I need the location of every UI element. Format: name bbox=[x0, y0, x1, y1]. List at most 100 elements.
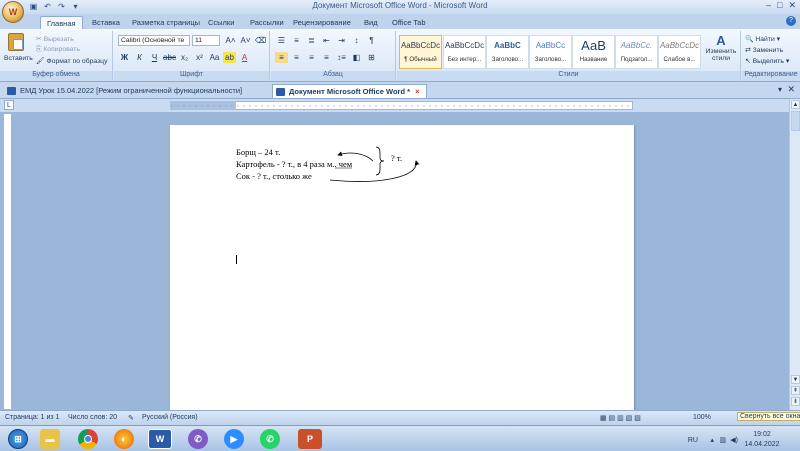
clock-date[interactable]: 14.04.2022 bbox=[740, 441, 784, 448]
underline-icon[interactable]: Ч bbox=[148, 52, 161, 63]
powerpoint-icon[interactable]: P bbox=[298, 429, 322, 449]
highlight-icon[interactable]: ab bbox=[223, 52, 236, 63]
firefox-icon[interactable]: ◐ bbox=[114, 429, 134, 449]
scroll-up-icon[interactable]: ▲ bbox=[791, 100, 800, 109]
minimize-icon[interactable]: – bbox=[766, 0, 771, 11]
page-count[interactable]: Страница: 1 из 1 bbox=[5, 414, 59, 421]
show-marks-icon[interactable]: ¶ bbox=[365, 35, 378, 46]
paragraph-group-label: Абзац bbox=[271, 71, 395, 81]
view-buttons[interactable]: ▦ ▤ ▥ ▧ ▨ bbox=[600, 414, 641, 422]
scroll-thumb[interactable] bbox=[791, 111, 800, 131]
zoom-level[interactable]: 100% bbox=[693, 414, 711, 421]
line-spacing-icon[interactable]: ↕≡ bbox=[335, 52, 348, 63]
tab-view[interactable]: Вид bbox=[364, 16, 378, 29]
decrease-indent-icon[interactable]: ⇤ bbox=[320, 35, 333, 46]
format-painter-button[interactable]: 🖌 Формат по образцу bbox=[36, 57, 107, 65]
clipboard-group: Вставить ✂ Вырезать ⎘ Копировать 🖌 Форма… bbox=[0, 31, 113, 81]
select-button[interactable]: ↖ Выделить ▾ bbox=[745, 57, 789, 65]
justify-icon[interactable]: ≡ bbox=[320, 52, 333, 63]
tab-review[interactable]: Рецензирование bbox=[293, 16, 351, 29]
spellcheck-icon[interactable]: ✎ bbox=[128, 414, 134, 422]
font-size-select[interactable]: 11 bbox=[192, 35, 220, 46]
volume-icon[interactable]: ◀) bbox=[730, 436, 738, 444]
font-family-select[interactable]: Calibri (Основной те bbox=[118, 35, 190, 46]
tab-home[interactable]: Главная bbox=[40, 16, 83, 29]
borders-icon[interactable]: ⊞ bbox=[365, 52, 378, 63]
align-left-icon[interactable]: ≡ bbox=[275, 52, 288, 63]
horizontal-ruler: L bbox=[0, 99, 800, 112]
show-desktop-tooltip: Свернуть все окна bbox=[737, 412, 800, 421]
copy-button[interactable]: ⎘ Копировать bbox=[36, 46, 80, 54]
superscript-icon[interactable]: x² bbox=[193, 52, 206, 63]
bold-icon[interactable]: Ж bbox=[118, 52, 131, 63]
scroll-down-icon[interactable]: ▼ bbox=[791, 375, 800, 384]
style-subtle-emphasis[interactable]: AaBbCcDc Слабое в... bbox=[658, 35, 701, 69]
shading-icon[interactable]: ◧ bbox=[350, 52, 363, 63]
cut-button[interactable]: ✂ Вырезать bbox=[36, 35, 74, 43]
language-indicator-tray[interactable]: RU bbox=[688, 437, 698, 444]
tab-page-layout[interactable]: Разметка страницы bbox=[132, 16, 200, 29]
close-tab-icon[interactable]: × bbox=[415, 87, 419, 96]
change-styles-icon: A bbox=[716, 33, 726, 48]
shrink-font-icon[interactable]: A˅ bbox=[239, 35, 252, 46]
multilevel-list-icon[interactable]: ≣ bbox=[305, 35, 318, 46]
file-explorer-icon[interactable]: ▬ bbox=[40, 429, 60, 449]
increase-indent-icon[interactable]: ⇥ bbox=[335, 35, 348, 46]
maximize-icon[interactable]: □ bbox=[777, 0, 782, 11]
whatsapp-icon[interactable]: ✆ bbox=[260, 429, 280, 449]
vertical-scrollbar[interactable]: ▲ ▼ ⇞ ⇟ bbox=[789, 99, 800, 410]
style-heading-2[interactable]: AaBbCc Заголово... bbox=[529, 35, 572, 69]
paste-button[interactable]: Вставить bbox=[3, 33, 33, 69]
align-center-icon[interactable]: ≡ bbox=[290, 52, 303, 63]
help-icon[interactable]: ? bbox=[786, 16, 796, 26]
find-button[interactable]: 🔍 Найти ▾ bbox=[745, 35, 780, 43]
italic-icon[interactable]: К bbox=[133, 52, 146, 63]
close-icon[interactable]: ✕ bbox=[788, 0, 796, 11]
tab-mailings[interactable]: Рассылки bbox=[250, 16, 284, 29]
start-button[interactable]: ⊞ bbox=[8, 429, 28, 449]
zoom-app-icon[interactable]: ▶ bbox=[224, 429, 244, 449]
vertical-ruler bbox=[3, 113, 12, 410]
style-heading-1[interactable]: AaBbC Заголово... bbox=[486, 35, 529, 69]
taskbar: ⊞ ▬ ◐ W ✆ ▶ ✆ P RU ▴ ▥ ◀) 19:02 14.04.20… bbox=[0, 425, 800, 451]
style-normal[interactable]: AaBbCcDc ¶ Обычный bbox=[399, 35, 442, 69]
style-subtitle[interactable]: AaBbCc. Подзагол... bbox=[615, 35, 658, 69]
change-styles-button[interactable]: A Изменить стили bbox=[703, 33, 739, 71]
close-doc-icon[interactable]: ✕ bbox=[787, 84, 795, 95]
bullets-icon[interactable]: ☰ bbox=[275, 35, 288, 46]
office-button[interactable]: W bbox=[2, 1, 24, 23]
sort-icon[interactable]: ↕ bbox=[350, 35, 363, 46]
document-page[interactable]: Борщ – 24 т. Картофель - ? т., в 4 раза … bbox=[170, 125, 634, 410]
align-right-icon[interactable]: ≡ bbox=[305, 52, 318, 63]
word-taskbar-icon[interactable]: W bbox=[148, 429, 172, 449]
clear-format-icon[interactable]: ⌫ bbox=[254, 35, 267, 46]
network-icon[interactable]: ▥ bbox=[719, 436, 726, 444]
change-case-icon[interactable]: Aa bbox=[208, 52, 221, 63]
font-color-icon[interactable]: A bbox=[238, 52, 251, 63]
doc-tab-lesson[interactable]: ЕМД Урок 15.04.2022 [Режим ограниченной … bbox=[4, 84, 242, 98]
subscript-icon[interactable]: x₂ bbox=[178, 52, 191, 63]
replace-button[interactable]: ⇄ Заменить bbox=[745, 46, 783, 54]
tray-arrow-icon[interactable]: ▴ bbox=[710, 436, 714, 444]
numbering-icon[interactable]: ≡ bbox=[290, 35, 303, 46]
viber-icon[interactable]: ✆ bbox=[188, 429, 208, 449]
ribbon: Вставить ✂ Вырезать ⎘ Копировать 🖌 Форма… bbox=[0, 29, 800, 82]
tab-references[interactable]: Ссылки bbox=[208, 16, 234, 29]
doc-tab-active[interactable]: Документ Microsoft Office Word * × bbox=[272, 84, 427, 98]
style-no-spacing[interactable]: AaBbCcDc Без интер... bbox=[443, 35, 486, 69]
tab-office-tab[interactable]: Office Tab bbox=[392, 16, 426, 29]
prev-page-icon[interactable]: ⇞ bbox=[791, 386, 800, 395]
tab-list-icon[interactable]: ▾ bbox=[778, 85, 782, 94]
next-page-icon[interactable]: ⇟ bbox=[791, 397, 800, 406]
grow-font-icon[interactable]: A˄ bbox=[224, 35, 237, 46]
clock-time[interactable]: 19:02 bbox=[740, 431, 784, 438]
word-count[interactable]: Число слов: 20 bbox=[68, 414, 117, 421]
arrow-from-juice bbox=[329, 160, 420, 182]
word-doc-icon bbox=[7, 87, 16, 95]
style-title[interactable]: АаВ Название bbox=[572, 35, 615, 69]
language-indicator[interactable]: Русский (Россия) bbox=[142, 414, 198, 421]
strikethrough-icon[interactable]: abc bbox=[163, 52, 176, 63]
clipboard-group-label: Буфер обмена bbox=[0, 71, 112, 81]
chrome-icon[interactable] bbox=[78, 429, 98, 449]
tab-insert[interactable]: Вставка bbox=[92, 16, 120, 29]
